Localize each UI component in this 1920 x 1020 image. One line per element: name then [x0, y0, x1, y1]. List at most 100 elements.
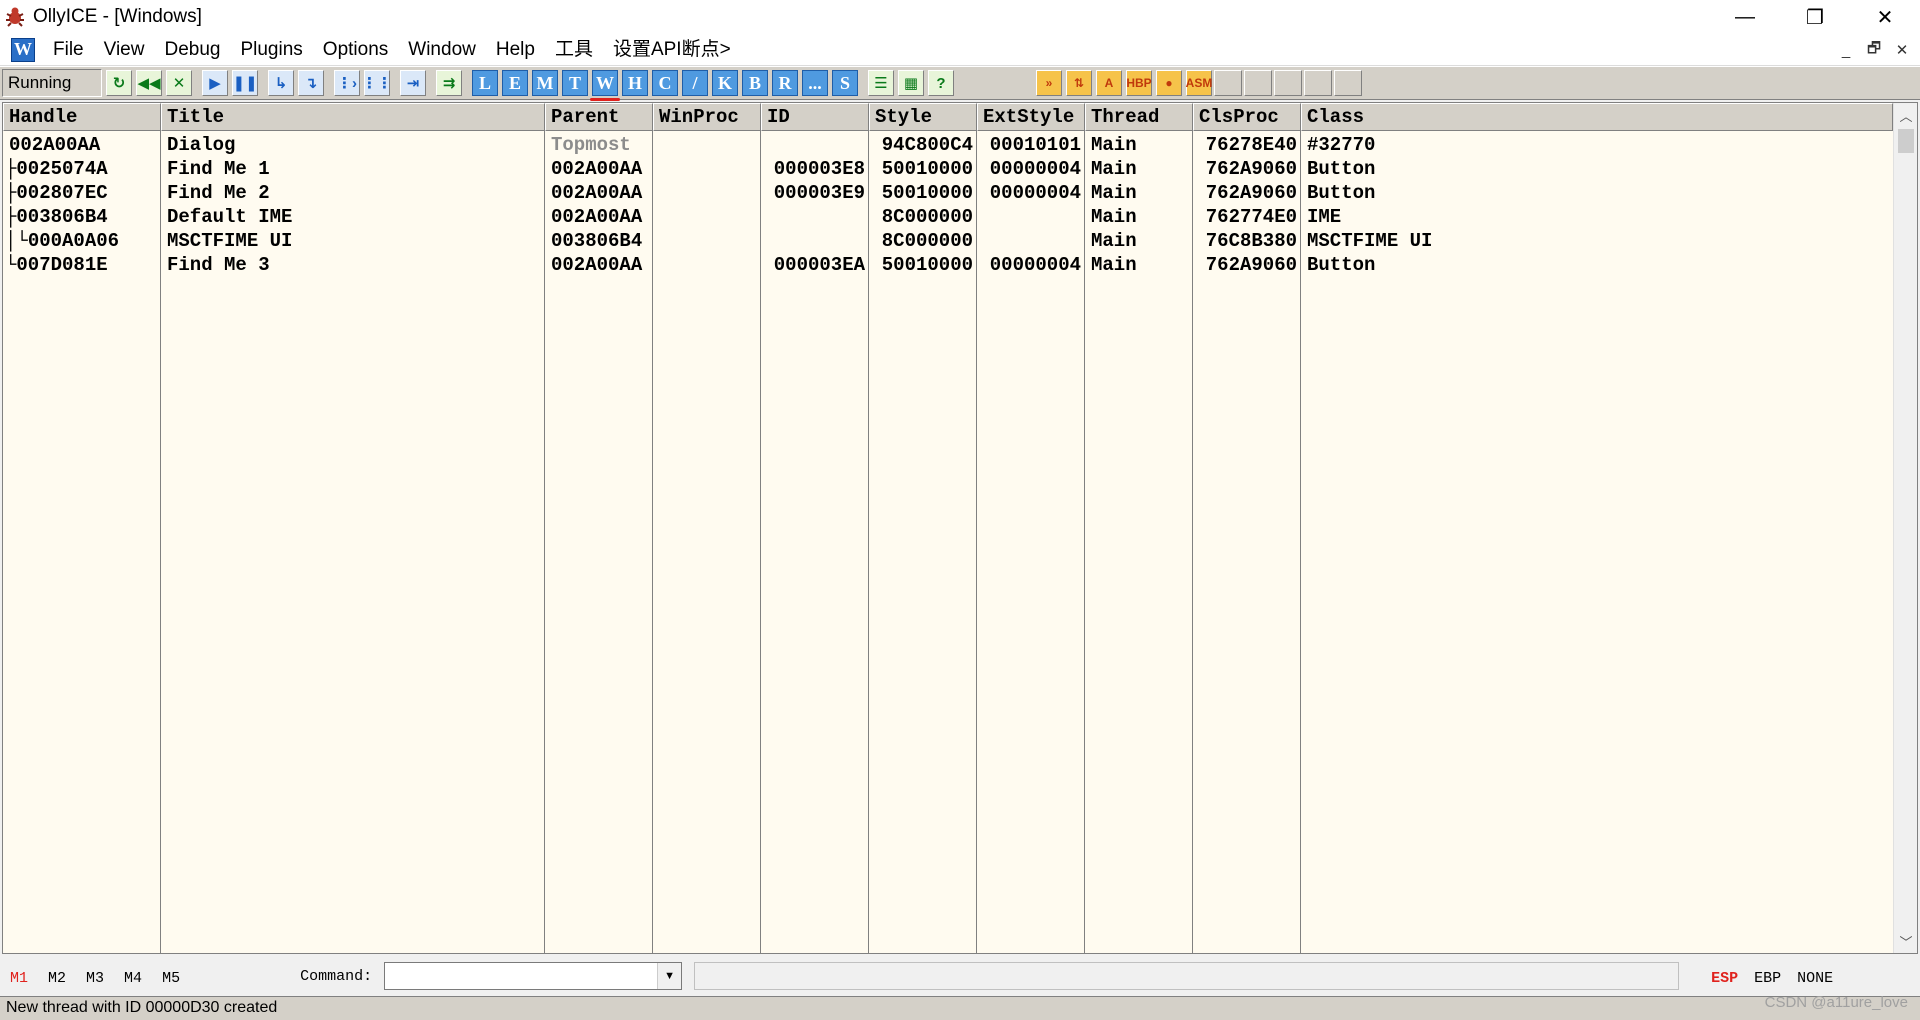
grid-icon[interactable]: ▦	[898, 70, 924, 96]
log-window-button[interactable]: L	[472, 70, 498, 96]
menu-tools[interactable]: 工具	[545, 34, 603, 66]
run-trace-window-button[interactable]: ...	[802, 70, 828, 96]
call-stack-window-button[interactable]: K	[712, 70, 738, 96]
scroll-down-icon[interactable]: ﹀	[1894, 929, 1917, 953]
col-class-header[interactable]: Class	[1301, 103, 1893, 131]
asm-icon[interactable]: ASM	[1186, 70, 1212, 96]
go-to-address-icon[interactable]: ⇉	[436, 70, 462, 96]
open-file-icon[interactable]: ↻	[106, 70, 132, 96]
menu-window[interactable]: Window	[398, 34, 486, 66]
patches-window-button[interactable]: /	[682, 70, 708, 96]
cell-thread: Main	[1091, 206, 1137, 228]
col-handle-header[interactable]: Handle	[3, 103, 161, 131]
memory-tab-m5[interactable]: M5	[152, 970, 190, 987]
col-thread-header[interactable]: Thread	[1085, 103, 1193, 131]
cpu-window-button[interactable]: C	[652, 70, 678, 96]
mdi-close-button[interactable]: ✕	[1888, 38, 1916, 62]
record-icon[interactable]: ●	[1156, 70, 1182, 96]
restore-button[interactable]: ❐	[1780, 0, 1850, 34]
cell-thread: Main	[1091, 134, 1137, 156]
register-button-esp[interactable]: ESP	[1703, 970, 1746, 987]
menu-plugins[interactable]: Plugins	[230, 34, 312, 66]
cell-title: Default IME	[167, 206, 293, 228]
trace-over-icon[interactable]: ⋮⋮	[362, 70, 392, 96]
help-icon[interactable]: ?	[928, 70, 954, 96]
scroll-thumb[interactable]	[1898, 129, 1914, 153]
execute-till-return-icon[interactable]: ⇥	[400, 70, 426, 96]
menu-debug[interactable]: Debug	[154, 34, 230, 66]
empty-toolbar-slot[interactable]	[1274, 70, 1302, 96]
table-row[interactable]: 002A00AA Dialog Topmost 94C800C4 00010101 Mai…	[3, 133, 1893, 157]
table-row[interactable]: ├0025074A Find Me 1 002A00AA 000003E8 500100…	[3, 157, 1893, 181]
menu-options[interactable]: Options	[313, 34, 398, 66]
swap-icon[interactable]: ⇅	[1066, 70, 1092, 96]
breakpoints-window-button[interactable]: B	[742, 70, 768, 96]
cell-clsproc: 762A9060	[1205, 182, 1297, 204]
font-icon[interactable]: A	[1096, 70, 1122, 96]
table-row[interactable]: ├003806B4 Default IME 002A00AA 8C000000 Main…	[3, 205, 1893, 229]
hardware-breakpoint-icon[interactable]: HBP	[1126, 70, 1152, 96]
memory-tab-m1[interactable]: M1	[0, 970, 38, 987]
col-style-header[interactable]: Style	[869, 103, 977, 131]
cell-id	[761, 229, 869, 253]
empty-toolbar-slot[interactable]	[1214, 70, 1242, 96]
source-window-button[interactable]: S	[832, 70, 858, 96]
references-window-button[interactable]: R	[772, 70, 798, 96]
tree-connector: │└	[5, 230, 28, 252]
step-into-icon[interactable]: ↳	[268, 70, 294, 96]
close-button[interactable]: ✕	[1850, 0, 1920, 34]
memory-tab-m3[interactable]: M3	[76, 970, 114, 987]
menu-bar: W File View Debug Plugins Options Window…	[0, 34, 1920, 66]
table-row[interactable]: ├002807EC Find Me 2 002A00AA 000003E9 500100…	[3, 181, 1893, 205]
mdi-minimize-button[interactable]: _	[1832, 38, 1860, 62]
menu-set-api-breakpoint[interactable]: 设置API断点>	[603, 34, 741, 66]
run-icon[interactable]: ▶	[202, 70, 228, 96]
col-parent-header[interactable]: Parent	[545, 103, 653, 131]
fast-forward-icon[interactable]: »	[1036, 70, 1062, 96]
register-button-none[interactable]: NONE	[1789, 970, 1841, 987]
table-row[interactable]: │└000A0A06 MSCTFIME UI 003806B4 8C000000 Mai…	[3, 229, 1893, 253]
col-winproc-header[interactable]: WinProc	[653, 103, 761, 131]
minimize-button[interactable]: —	[1710, 0, 1780, 34]
handle-value: 007D081E	[16, 254, 108, 276]
menu-view[interactable]: View	[94, 34, 155, 66]
vertical-scrollbar[interactable]: ︿ ﹀	[1893, 103, 1917, 953]
col-id-header[interactable]: ID	[761, 103, 869, 131]
table-row[interactable]: └007D081E Find Me 3 002A00AA 000003EA 500100…	[3, 253, 1893, 277]
restart-icon[interactable]: ◀◀	[136, 70, 162, 96]
col-extstyle-header[interactable]: ExtStyle	[977, 103, 1085, 131]
mdi-window-icon[interactable]: W	[11, 37, 35, 62]
mdi-restore-button[interactable]: 🗗	[1860, 38, 1888, 62]
col-title-header[interactable]: Title	[161, 103, 545, 131]
trace-into-icon[interactable]: ⋮›	[334, 70, 360, 96]
threads-window-button[interactable]: T	[562, 70, 588, 96]
handle-value: 002807EC	[16, 182, 108, 204]
command-dropdown-icon[interactable]: ▼	[657, 963, 682, 989]
cell-title: Find Me 3	[167, 254, 270, 276]
memory-tab-m4[interactable]: M4	[114, 970, 152, 987]
handles-window-button[interactable]: H	[622, 70, 648, 96]
list-icon[interactable]: ☰	[868, 70, 894, 96]
status-bar: New thread with ID 00000D30 created	[0, 996, 1920, 1020]
close-program-icon[interactable]: ✕	[166, 70, 192, 96]
cell-id	[761, 133, 869, 157]
windows-window-button[interactable]: W	[590, 70, 620, 101]
pause-icon[interactable]: ❚❚	[232, 70, 258, 96]
empty-toolbar-slot[interactable]	[1304, 70, 1332, 96]
cell-extstyle	[977, 205, 1085, 229]
col-clsproc-header[interactable]: ClsProc	[1193, 103, 1301, 131]
modules-window-button[interactable]: E	[502, 70, 528, 96]
command-input[interactable]: ▼	[384, 962, 683, 990]
memory-tab-m2[interactable]: M2	[38, 970, 76, 987]
menu-file[interactable]: File	[43, 34, 94, 66]
cell-extstyle: 00010101	[989, 134, 1081, 156]
register-button-ebp[interactable]: EBP	[1746, 970, 1789, 987]
cell-parent: 002A00AA	[551, 182, 643, 204]
cell-extstyle: 00000004	[989, 254, 1081, 276]
scroll-up-icon[interactable]: ︿	[1894, 103, 1917, 127]
step-over-icon[interactable]: ↴	[298, 70, 324, 96]
empty-toolbar-slot[interactable]	[1334, 70, 1362, 96]
empty-toolbar-slot[interactable]	[1244, 70, 1272, 96]
menu-help[interactable]: Help	[486, 34, 545, 66]
memory-window-button[interactable]: M	[532, 70, 558, 96]
